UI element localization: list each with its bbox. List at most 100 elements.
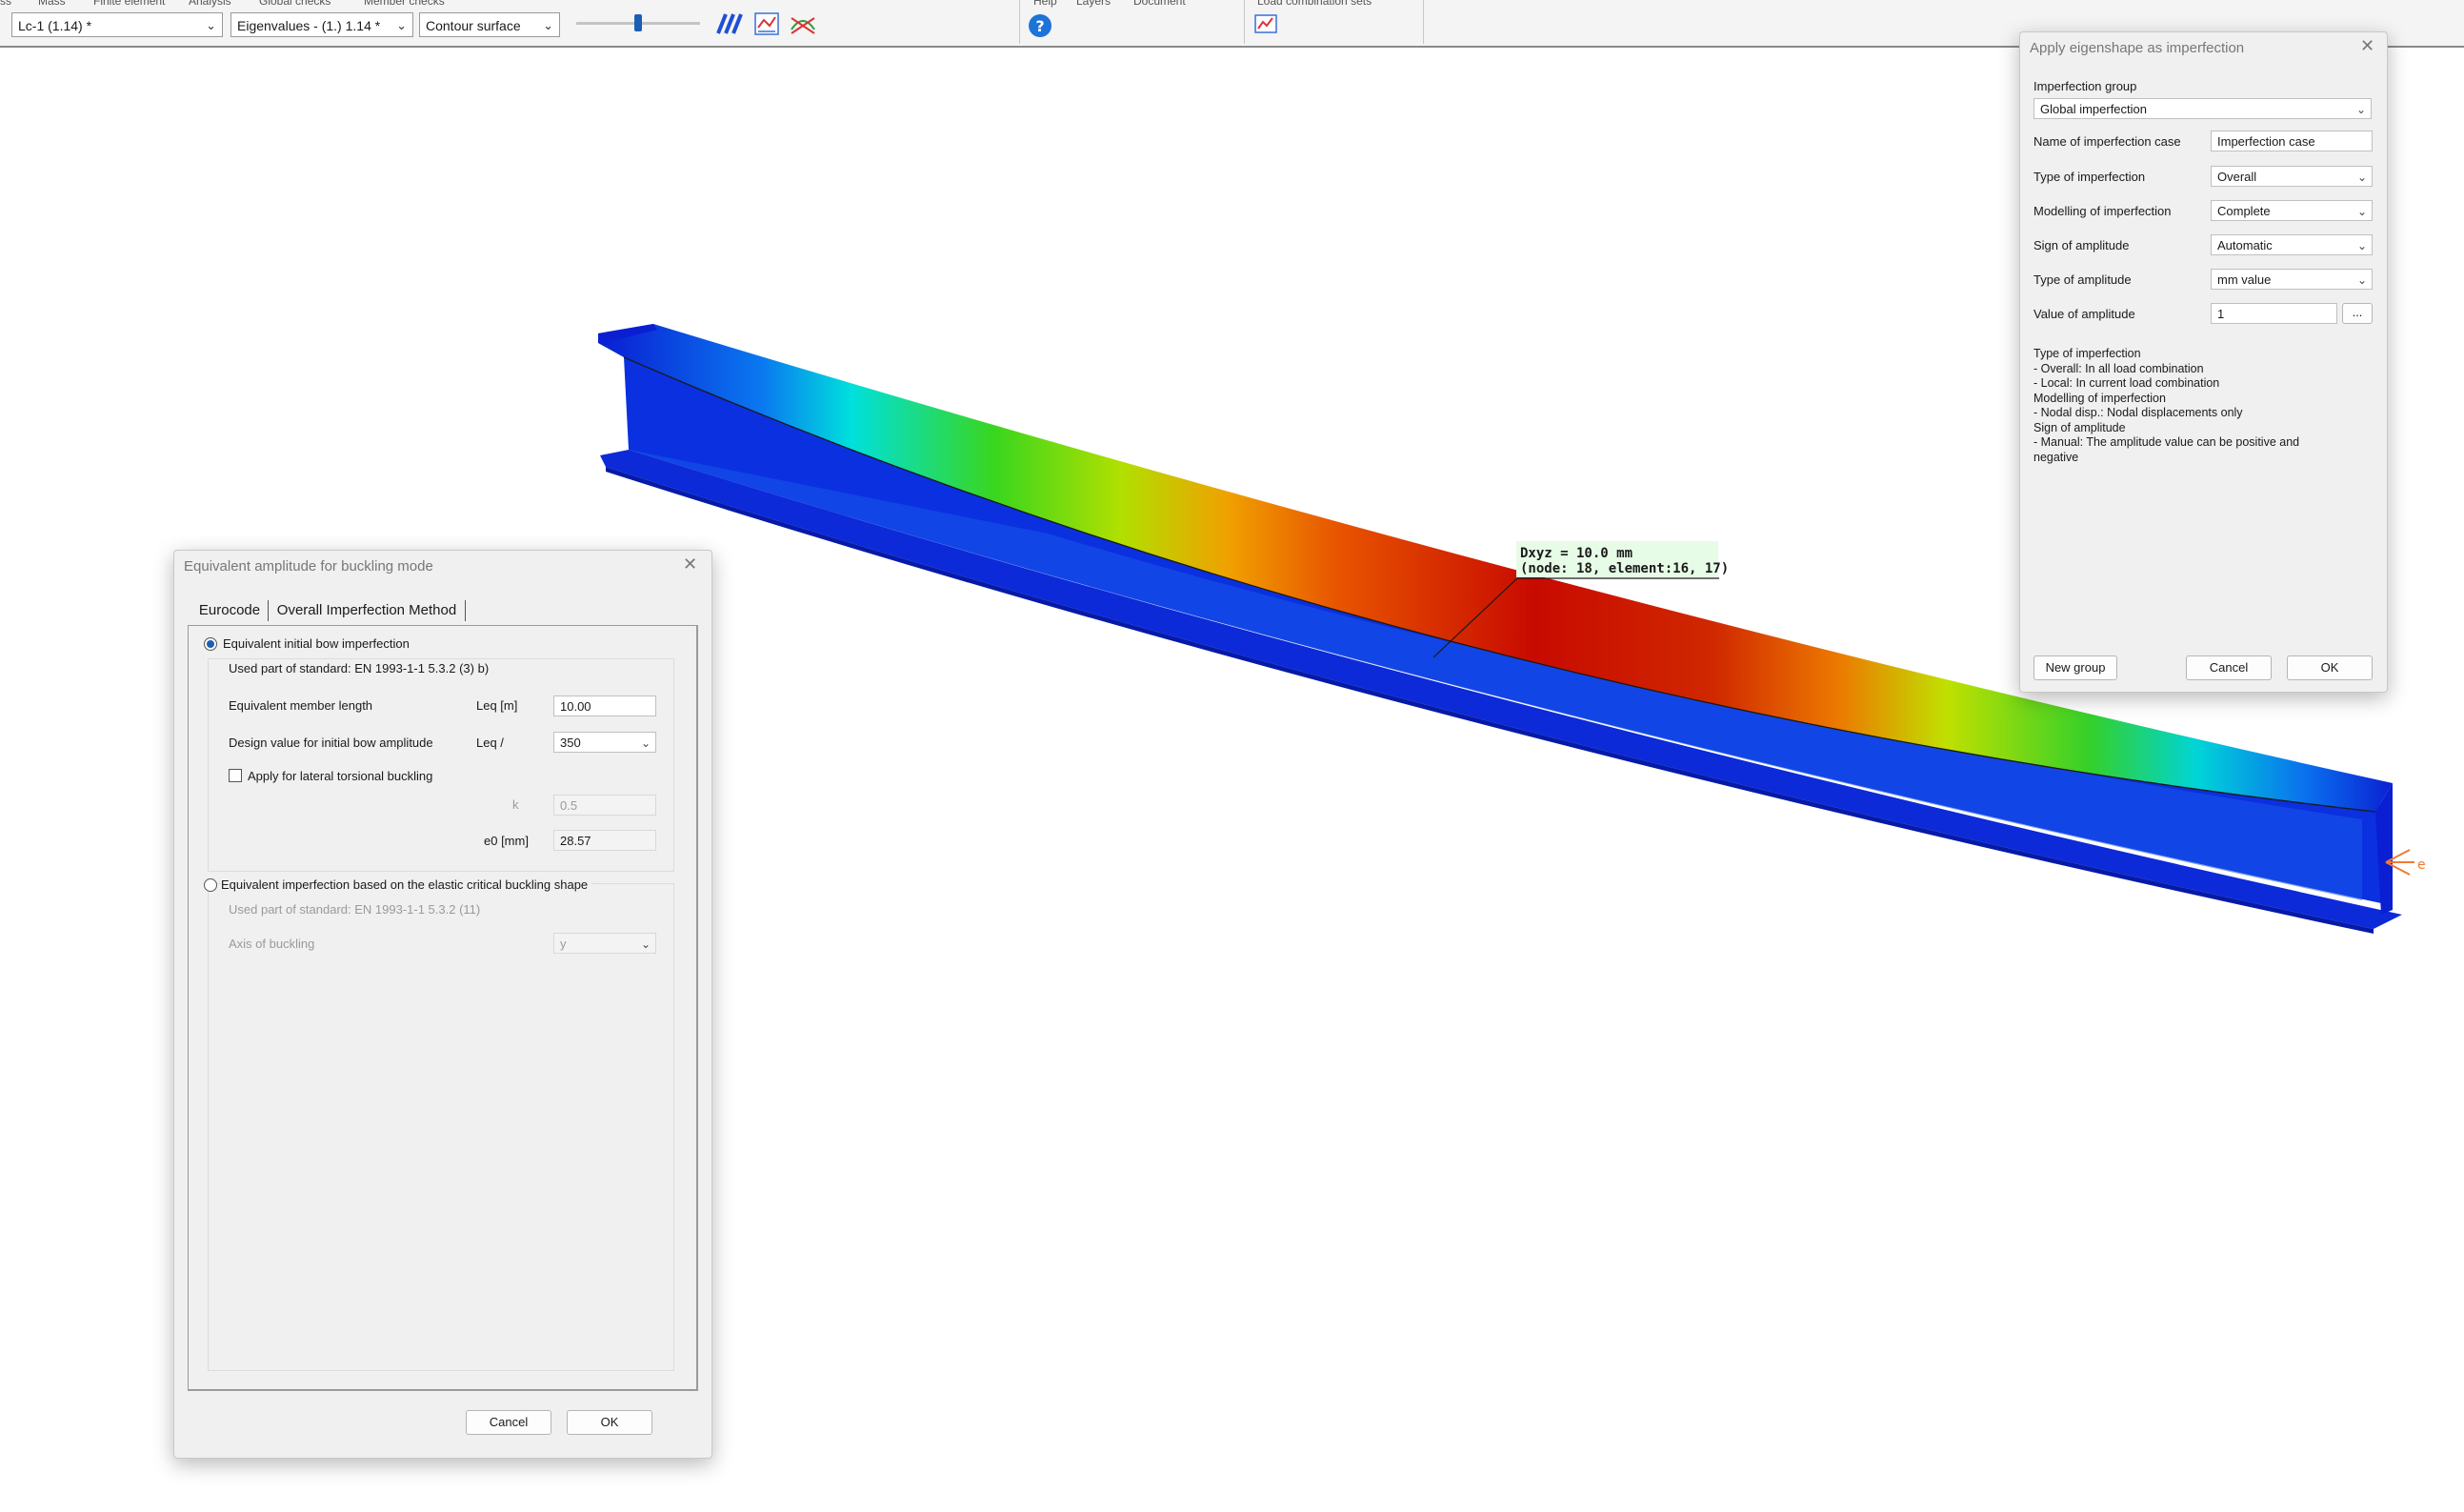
design-value-select[interactable]: 350 ⌄ [553,732,656,753]
sign-amplitude-select[interactable]: Automatic ⌄ [2211,234,2373,255]
ribbon-tab-label[interactable]: Load combination sets [1257,0,1372,8]
help-line: negative [2033,450,2079,464]
k-input: 0.5 [553,795,656,816]
ribbon-tab-label[interactable]: ss [0,0,11,8]
help-icon[interactable]: ? [1027,12,1053,39]
member-length-symbol: Leq [m] [476,698,518,713]
modelling-label: Modelling of imperfection [2033,204,2172,218]
help-line: Sign of amplitude [2033,420,2126,434]
chevron-down-icon: ⌄ [640,937,651,951]
ribbon-tab-label[interactable]: Layers [1076,0,1111,8]
imperfection-group-select[interactable]: Global imperfection ⌄ [2033,98,2372,119]
ribbon-tab-label[interactable]: Mass [38,0,66,8]
new-group-label: New group [2045,660,2106,675]
option-critical-shape-label: Equivalent imperfection based on the ela… [221,877,592,892]
chevron-down-icon: ⌄ [543,18,553,32]
modelling-value: Complete [2217,204,2271,218]
tab-overall-imperfection-method[interactable]: Overall Imperfection Method [271,598,462,623]
e0-output: 28.57 [553,830,656,851]
close-icon[interactable]: ✕ [683,554,697,575]
scale-slider[interactable] [576,13,700,32]
ribbon-tab-label[interactable]: Finite element [93,0,165,8]
critical-shape-group [208,883,674,1371]
imperfection-name-value: Imperfection case [2217,134,2315,149]
chevron-down-icon: ⌄ [2356,273,2367,287]
amplitude-value: 1 [2217,307,2225,321]
cancel-label: Cancel [489,1415,529,1429]
callout-node-info: (node: 18, element:16, 17) [1520,561,1729,576]
cancel-button[interactable]: Cancel [2186,655,2272,680]
sign-amplitude-label: Sign of amplitude [2033,238,2130,252]
option-bow-imperfection-radio[interactable] [204,637,217,651]
imperfection-type-value: Overall [2217,170,2257,184]
help-text: Type of imperfection - Overall: In all l… [2033,347,2367,465]
imperfection-name-input[interactable]: Imperfection case [2211,131,2373,151]
display-mode-value: Contour surface [426,18,521,33]
tab-divider [268,600,269,621]
slider-thumb[interactable] [634,14,642,31]
ok-button[interactable]: OK [567,1410,652,1435]
load-combination-icon[interactable] [1253,13,1278,36]
eigenvalue-value: Eigenvalues - (1.) 1.14 * [237,18,381,33]
imperfection-type-label: Type of imperfection [2033,170,2146,184]
dialog-title: Equivalent amplitude for buckling mode [184,558,433,575]
help-line: Modelling of imperfection [2033,391,2166,405]
animation-icon[interactable] [714,10,745,37]
axis-of-buckling-select: y ⌄ [553,933,656,954]
lateral-torsional-buckling-checkbox[interactable] [229,769,242,782]
k-value: 0.5 [560,798,578,813]
ribbon-tab-label[interactable]: Member checks [364,0,445,8]
amplitude-type-value: mm value [2217,272,2272,287]
lateral-torsional-buckling-label: Apply for lateral torsional buckling [248,769,433,783]
e0-label: e0 [mm] [484,834,529,848]
chevron-down-icon: ⌄ [2355,103,2366,116]
diagram-settings-icon[interactable] [752,10,781,37]
imperfection-group-value: Global imperfection [2040,102,2147,116]
amplitude-type-select[interactable]: mm value ⌄ [2211,269,2373,290]
equivalent-amplitude-dialog: Equivalent amplitude for buckling mode ✕… [173,550,712,1459]
k-label: k [512,797,519,812]
ok-label: OK [2320,660,2339,675]
tab-label: Eurocode [198,602,261,618]
ribbon-tab-label[interactable]: Document [1133,0,1186,8]
imperfection-type-select[interactable]: Overall ⌄ [2211,166,2373,187]
toolbar-divider [1019,0,1020,44]
deformation-icon[interactable] [789,10,817,37]
display-mode-select[interactable]: Contour surface ⌄ [419,12,560,37]
imperfection-group-label: Imperfection group [2033,79,2137,93]
amplitude-value-input[interactable]: 1 [2211,303,2337,324]
amplitude-value-label: Value of amplitude [2033,307,2135,321]
option-critical-shape-radio[interactable] [204,878,217,892]
e0-value: 28.57 [560,834,591,848]
ribbon-tab-label[interactable]: Global checks [259,0,331,8]
ribbon-tab-label[interactable]: Analysis [189,0,231,8]
tab-divider [465,600,466,621]
chevron-down-icon: ⌄ [2356,239,2367,252]
cancel-button[interactable]: Cancel [466,1410,551,1435]
load-case-select[interactable]: Lc-1 (1.14) * ⌄ [11,12,223,37]
member-length-input[interactable]: 10.00 [553,696,656,716]
tab-eurocode[interactable]: Eurocode [188,598,271,623]
load-case-value: Lc-1 (1.14) * [18,18,92,33]
new-group-button[interactable]: New group [2033,655,2117,680]
axis-of-buckling-label: Axis of buckling [229,937,315,951]
sign-amplitude-value: Automatic [2217,238,2273,252]
toolbar-divider [1244,0,1245,44]
callout-displacement: Dxyz = 10.0 mm [1520,546,1633,561]
modelling-select[interactable]: Complete ⌄ [2211,200,2373,221]
standard-reference-2: Used part of standard: EN 1993-1-1 5.3.2… [229,902,481,917]
chevron-down-icon: ⌄ [2356,171,2367,184]
close-icon[interactable]: ✕ [2360,36,2374,56]
ribbon-tab-label[interactable]: Help [1033,0,1057,8]
eigenvalue-select[interactable]: Eigenvalues - (1.) 1.14 * ⌄ [230,12,413,37]
help-line: - Overall: In all load combination [2033,361,2204,375]
amplitude-browse-button[interactable]: ... [2342,303,2373,324]
help-line: - Nodal disp.: Nodal displacements only [2033,406,2243,419]
help-line: - Manual: The amplitude value can be pos… [2033,435,2300,449]
dialog-title: Apply eigenshape as imperfection [2030,40,2245,56]
chevron-down-icon: ⌄ [396,18,407,32]
svg-text:?: ? [1035,17,1044,35]
help-line: Type of imperfection [2033,347,2141,360]
ok-button[interactable]: OK [2287,655,2373,680]
chevron-down-icon: ⌄ [206,18,216,32]
